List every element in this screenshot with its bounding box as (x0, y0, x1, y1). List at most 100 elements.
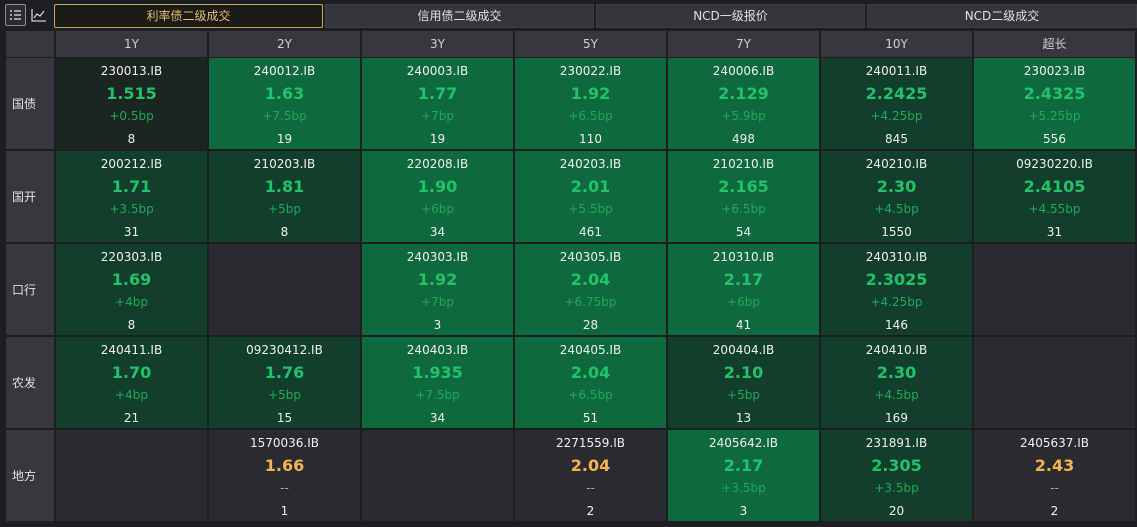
trade-count: 28 (582, 318, 599, 332)
yield-change: +6bp (727, 295, 760, 309)
yield-change: -- (280, 481, 289, 495)
bond-code: 2271559.IB (555, 436, 626, 450)
yield-cell[interactable]: 2405637.IB 2.43 -- 2 (974, 430, 1135, 521)
bond-code: 240410.IB (865, 343, 928, 357)
trade-count: 51 (582, 411, 599, 425)
yield-value: 1.69 (111, 270, 152, 289)
yield-cell[interactable]: 231891.IB 2.305 +3.5bp 20 (821, 430, 972, 521)
yield-cell[interactable]: 210310.IB 2.17 +6bp 41 (668, 244, 819, 335)
yield-value: 2.43 (1034, 456, 1075, 475)
bond-code: 220303.IB (100, 250, 163, 264)
yield-value: 1.90 (417, 177, 458, 196)
yield-cell[interactable]: 230022.IB 1.92 +6.5bp 110 (515, 58, 666, 149)
yield-change: +5.25bp (1028, 109, 1081, 123)
trade-count: 8 (280, 225, 289, 239)
trade-count: 8 (127, 318, 136, 332)
yield-cell[interactable]: 2271559.IB 2.04 -- 2 (515, 430, 666, 521)
tab-rate-bond-secondary-trades[interactable]: 利率债二级成交 (54, 4, 323, 28)
yield-change: +7.5bp (415, 388, 460, 402)
bond-code: 230022.IB (559, 64, 622, 78)
yield-value: 1.81 (264, 177, 305, 196)
tab-credit-bond-secondary-trades[interactable]: 信用债二级成交 (325, 4, 594, 28)
bond-code: 2405637.IB (1019, 436, 1090, 450)
column-header-tenor[interactable]: 5Y (515, 31, 666, 57)
yield-cell[interactable]: 200404.IB 2.10 +5bp 13 (668, 337, 819, 428)
yield-change: +4.5bp (874, 202, 919, 216)
yield-value: 1.76 (264, 363, 305, 382)
yield-change: +5bp (727, 388, 760, 402)
yield-value: 1.63 (264, 84, 305, 103)
trade-count: 1550 (881, 225, 912, 239)
column-header-tenor[interactable]: 1Y (56, 31, 207, 57)
line-chart-icon[interactable] (28, 4, 49, 26)
bond-code: 240012.IB (253, 64, 316, 78)
yield-change: +5bp (268, 202, 301, 216)
yield-cell[interactable]: 240411.IB 1.70 +4bp 21 (56, 337, 207, 428)
trade-count: 41 (735, 318, 752, 332)
bond-code: 200212.IB (100, 157, 163, 171)
yield-value: 1.71 (111, 177, 152, 196)
yield-cell[interactable]: 240011.IB 2.2425 +4.25bp 845 (821, 58, 972, 149)
yield-cell[interactable]: 230013.IB 1.515 +0.5bp 8 (56, 58, 207, 149)
empty-cell (362, 430, 513, 521)
yield-cell[interactable]: 240410.IB 2.30 +4.5bp 169 (821, 337, 972, 428)
yield-value: 1.70 (111, 363, 152, 382)
yield-value: 2.129 (718, 84, 769, 103)
column-header-tenor[interactable]: 10Y (821, 31, 972, 57)
bond-code: 220208.IB (406, 157, 469, 171)
yield-change: +4bp (115, 388, 148, 402)
column-header-tenor[interactable]: 2Y (209, 31, 360, 57)
yield-cell[interactable]: 240210.IB 2.30 +4.5bp 1550 (821, 151, 972, 242)
yield-change: +7bp (421, 109, 454, 123)
yield-cell[interactable]: 210203.IB 1.81 +5bp 8 (209, 151, 360, 242)
yield-change: +7.5bp (262, 109, 307, 123)
row-label-issuer: 口行 (6, 244, 54, 335)
yield-cell[interactable]: 09230412.IB 1.76 +5bp 15 (209, 337, 360, 428)
yield-cell[interactable]: 240305.IB 2.04 +6.75bp 28 (515, 244, 666, 335)
column-header-tenor[interactable]: 超长 (974, 31, 1135, 57)
yield-cell[interactable]: 220303.IB 1.69 +4bp 8 (56, 244, 207, 335)
tab-ncd-primary-quotes[interactable]: NCD一级报价 (596, 4, 865, 28)
column-header-tenor[interactable]: 7Y (668, 31, 819, 57)
trade-count: 8 (127, 132, 136, 146)
yield-cell[interactable]: 240303.IB 1.92 +7bp 3 (362, 244, 513, 335)
tab-ncd-secondary-trades[interactable]: NCD二级成交 (867, 4, 1137, 28)
yield-value: 2.30 (876, 363, 917, 382)
bond-code: 210203.IB (253, 157, 316, 171)
column-header-tenor[interactable]: 3Y (362, 31, 513, 57)
yield-cell[interactable]: 240405.IB 2.04 +6.5bp 51 (515, 337, 666, 428)
yield-cell[interactable]: 210210.IB 2.165 +6.5bp 54 (668, 151, 819, 242)
yield-cell[interactable]: 240403.IB 1.935 +7.5bp 34 (362, 337, 513, 428)
yield-value: 2.17 (723, 456, 764, 475)
bond-code: 230023.IB (1023, 64, 1086, 78)
yield-change: -- (1050, 481, 1059, 495)
bond-code: 231891.IB (865, 436, 928, 450)
bond-code: 1570036.IB (249, 436, 320, 450)
list-view-icon[interactable] (5, 4, 26, 26)
empty-cell (974, 337, 1135, 428)
yield-value: 2.17 (723, 270, 764, 289)
yield-cell[interactable]: 09230220.IB 2.4105 +4.55bp 31 (974, 151, 1135, 242)
yield-value: 1.66 (264, 456, 305, 475)
yield-value: 2.4325 (1023, 84, 1086, 103)
yield-cell[interactable]: 230023.IB 2.4325 +5.25bp 556 (974, 58, 1135, 149)
bond-code: 200404.IB (712, 343, 775, 357)
yield-cell[interactable]: 240006.IB 2.129 +5.9bp 498 (668, 58, 819, 149)
yield-cell[interactable]: 240310.IB 2.3025 +4.25bp 146 (821, 244, 972, 335)
trade-count: 19 (429, 132, 446, 146)
yield-cell[interactable]: 220208.IB 1.90 +6bp 34 (362, 151, 513, 242)
trade-count: 1 (280, 504, 289, 518)
trade-count: 498 (732, 132, 755, 146)
row-label-issuer: 地方 (6, 430, 54, 521)
yield-cell[interactable]: 2405642.IB 2.17 +3.5bp 3 (668, 430, 819, 521)
yield-cell[interactable]: 200212.IB 1.71 +3.5bp 31 (56, 151, 207, 242)
yield-cell[interactable]: 240203.IB 2.01 +5.5bp 461 (515, 151, 666, 242)
yield-cell[interactable]: 240003.IB 1.77 +7bp 19 (362, 58, 513, 149)
yield-cell[interactable]: 240012.IB 1.63 +7.5bp 19 (209, 58, 360, 149)
yield-cell[interactable]: 1570036.IB 1.66 -- 1 (209, 430, 360, 521)
yield-change: +4.5bp (874, 388, 919, 402)
yield-value: 2.3025 (865, 270, 928, 289)
bond-code: 09230412.IB (246, 343, 323, 357)
bond-code: 2405642.IB (708, 436, 779, 450)
yield-change: +3.5bp (874, 481, 919, 495)
